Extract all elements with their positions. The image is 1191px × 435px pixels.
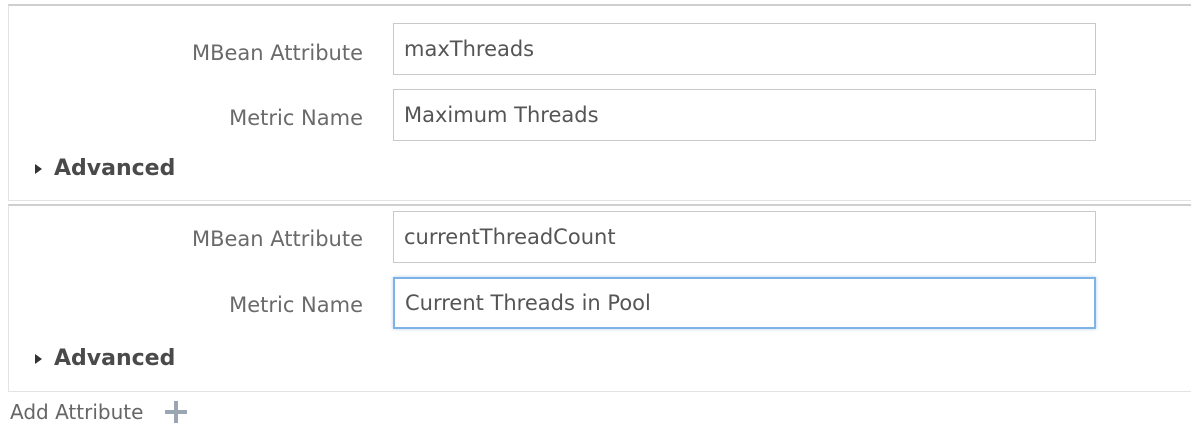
advanced-label: Advanced	[54, 156, 176, 181]
advanced-toggle[interactable]: Advanced	[35, 156, 175, 181]
metric-name-label: Metric Name	[229, 106, 363, 130]
advanced-toggle[interactable]: Advanced	[35, 346, 175, 371]
mbean-attribute-input[interactable]	[393, 23, 1096, 75]
advanced-label: Advanced	[54, 346, 176, 371]
attribute-block: MBean Attribute Metric Name Advanced	[8, 204, 1191, 392]
mbean-attribute-label: MBean Attribute	[191, 227, 363, 251]
mbean-attribute-label: MBean Attribute	[191, 41, 363, 65]
metric-name-label: Metric Name	[229, 293, 363, 317]
add-attribute-button[interactable]: Add Attribute	[10, 400, 188, 424]
add-attribute-label: Add Attribute	[10, 400, 144, 424]
mbean-attribute-input[interactable]	[393, 211, 1096, 263]
metric-name-input[interactable]	[393, 277, 1096, 329]
caret-right-icon	[35, 163, 42, 174]
caret-right-icon	[35, 353, 42, 364]
attribute-block: MBean Attribute Metric Name Advanced	[8, 4, 1191, 201]
metric-name-input[interactable]	[393, 89, 1096, 141]
plus-icon[interactable]	[165, 401, 188, 423]
attribute-editor: MBean Attribute Metric Name Advanced MBe…	[0, 0, 1191, 435]
